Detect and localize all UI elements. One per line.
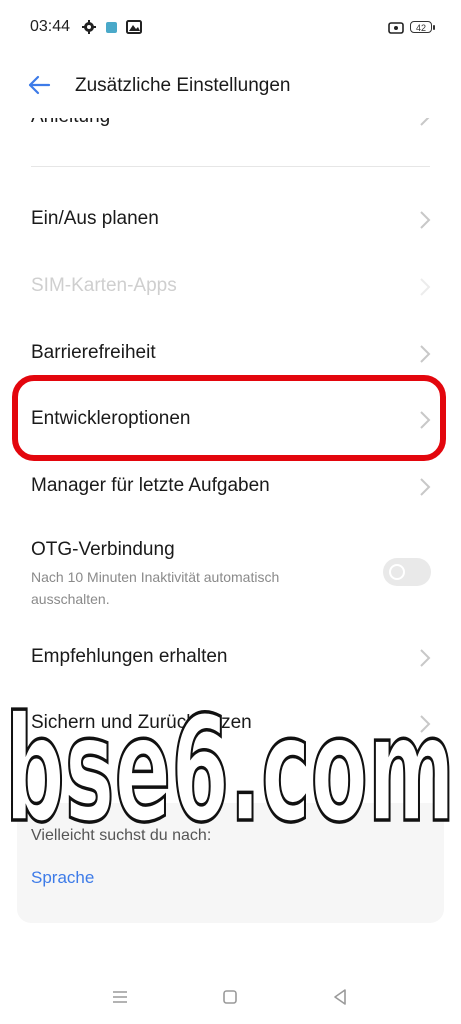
watermark-text: bse6.com <box>5 685 455 850</box>
toggle-knob <box>389 564 405 580</box>
gallery-icon <box>126 20 142 34</box>
gear-icon <box>82 20 96 34</box>
list-item-subtitle: Nach 10 Minuten Inaktivität automatisch … <box>31 569 280 607</box>
list-item-ein-aus-planen[interactable]: Ein/Aus planen <box>0 187 461 253</box>
chevron-right-icon <box>420 478 431 496</box>
app-notification-icon <box>106 22 117 33</box>
status-bar: 03:44 42 <box>0 0 461 56</box>
back-triangle-icon[interactable] <box>330 987 350 1007</box>
suggestion-link-sprache[interactable]: Sprache <box>31 868 94 888</box>
list-item-label: Manager für letzte Aufgaben <box>31 475 270 496</box>
list-item-label: Barrierefreiheit <box>31 342 156 363</box>
back-arrow-icon[interactable] <box>26 72 52 98</box>
otg-toggle[interactable] <box>383 558 431 586</box>
app-header: Zusätzliche Einstellungen <box>0 56 461 118</box>
list-item-label: Ein/Aus planen <box>31 208 159 229</box>
battery-indicator: 42 <box>410 21 435 33</box>
chevron-right-icon <box>420 345 431 363</box>
chevron-right-icon <box>420 211 431 229</box>
list-item-manager-letzte-aufgaben[interactable]: Manager für letzte Aufgaben <box>0 453 461 519</box>
home-icon[interactable] <box>220 987 240 1007</box>
screen-record-icon <box>388 22 404 34</box>
highlight-box <box>12 375 446 461</box>
divider <box>31 166 430 167</box>
chevron-right-icon <box>420 278 431 296</box>
menu-icon[interactable] <box>110 987 130 1007</box>
list-item-label: OTG-Verbindung <box>31 539 175 560</box>
navigation-bar <box>0 965 461 1024</box>
list-item-label: SIM-Karten-Apps <box>31 275 177 296</box>
status-time: 03:44 <box>30 18 71 35</box>
watermark: bse6.com <box>3 683 456 850</box>
list-item-sim-karten-apps: SIM-Karten-Apps <box>0 253 461 319</box>
page-title: Zusätzliche Einstellungen <box>75 75 291 96</box>
